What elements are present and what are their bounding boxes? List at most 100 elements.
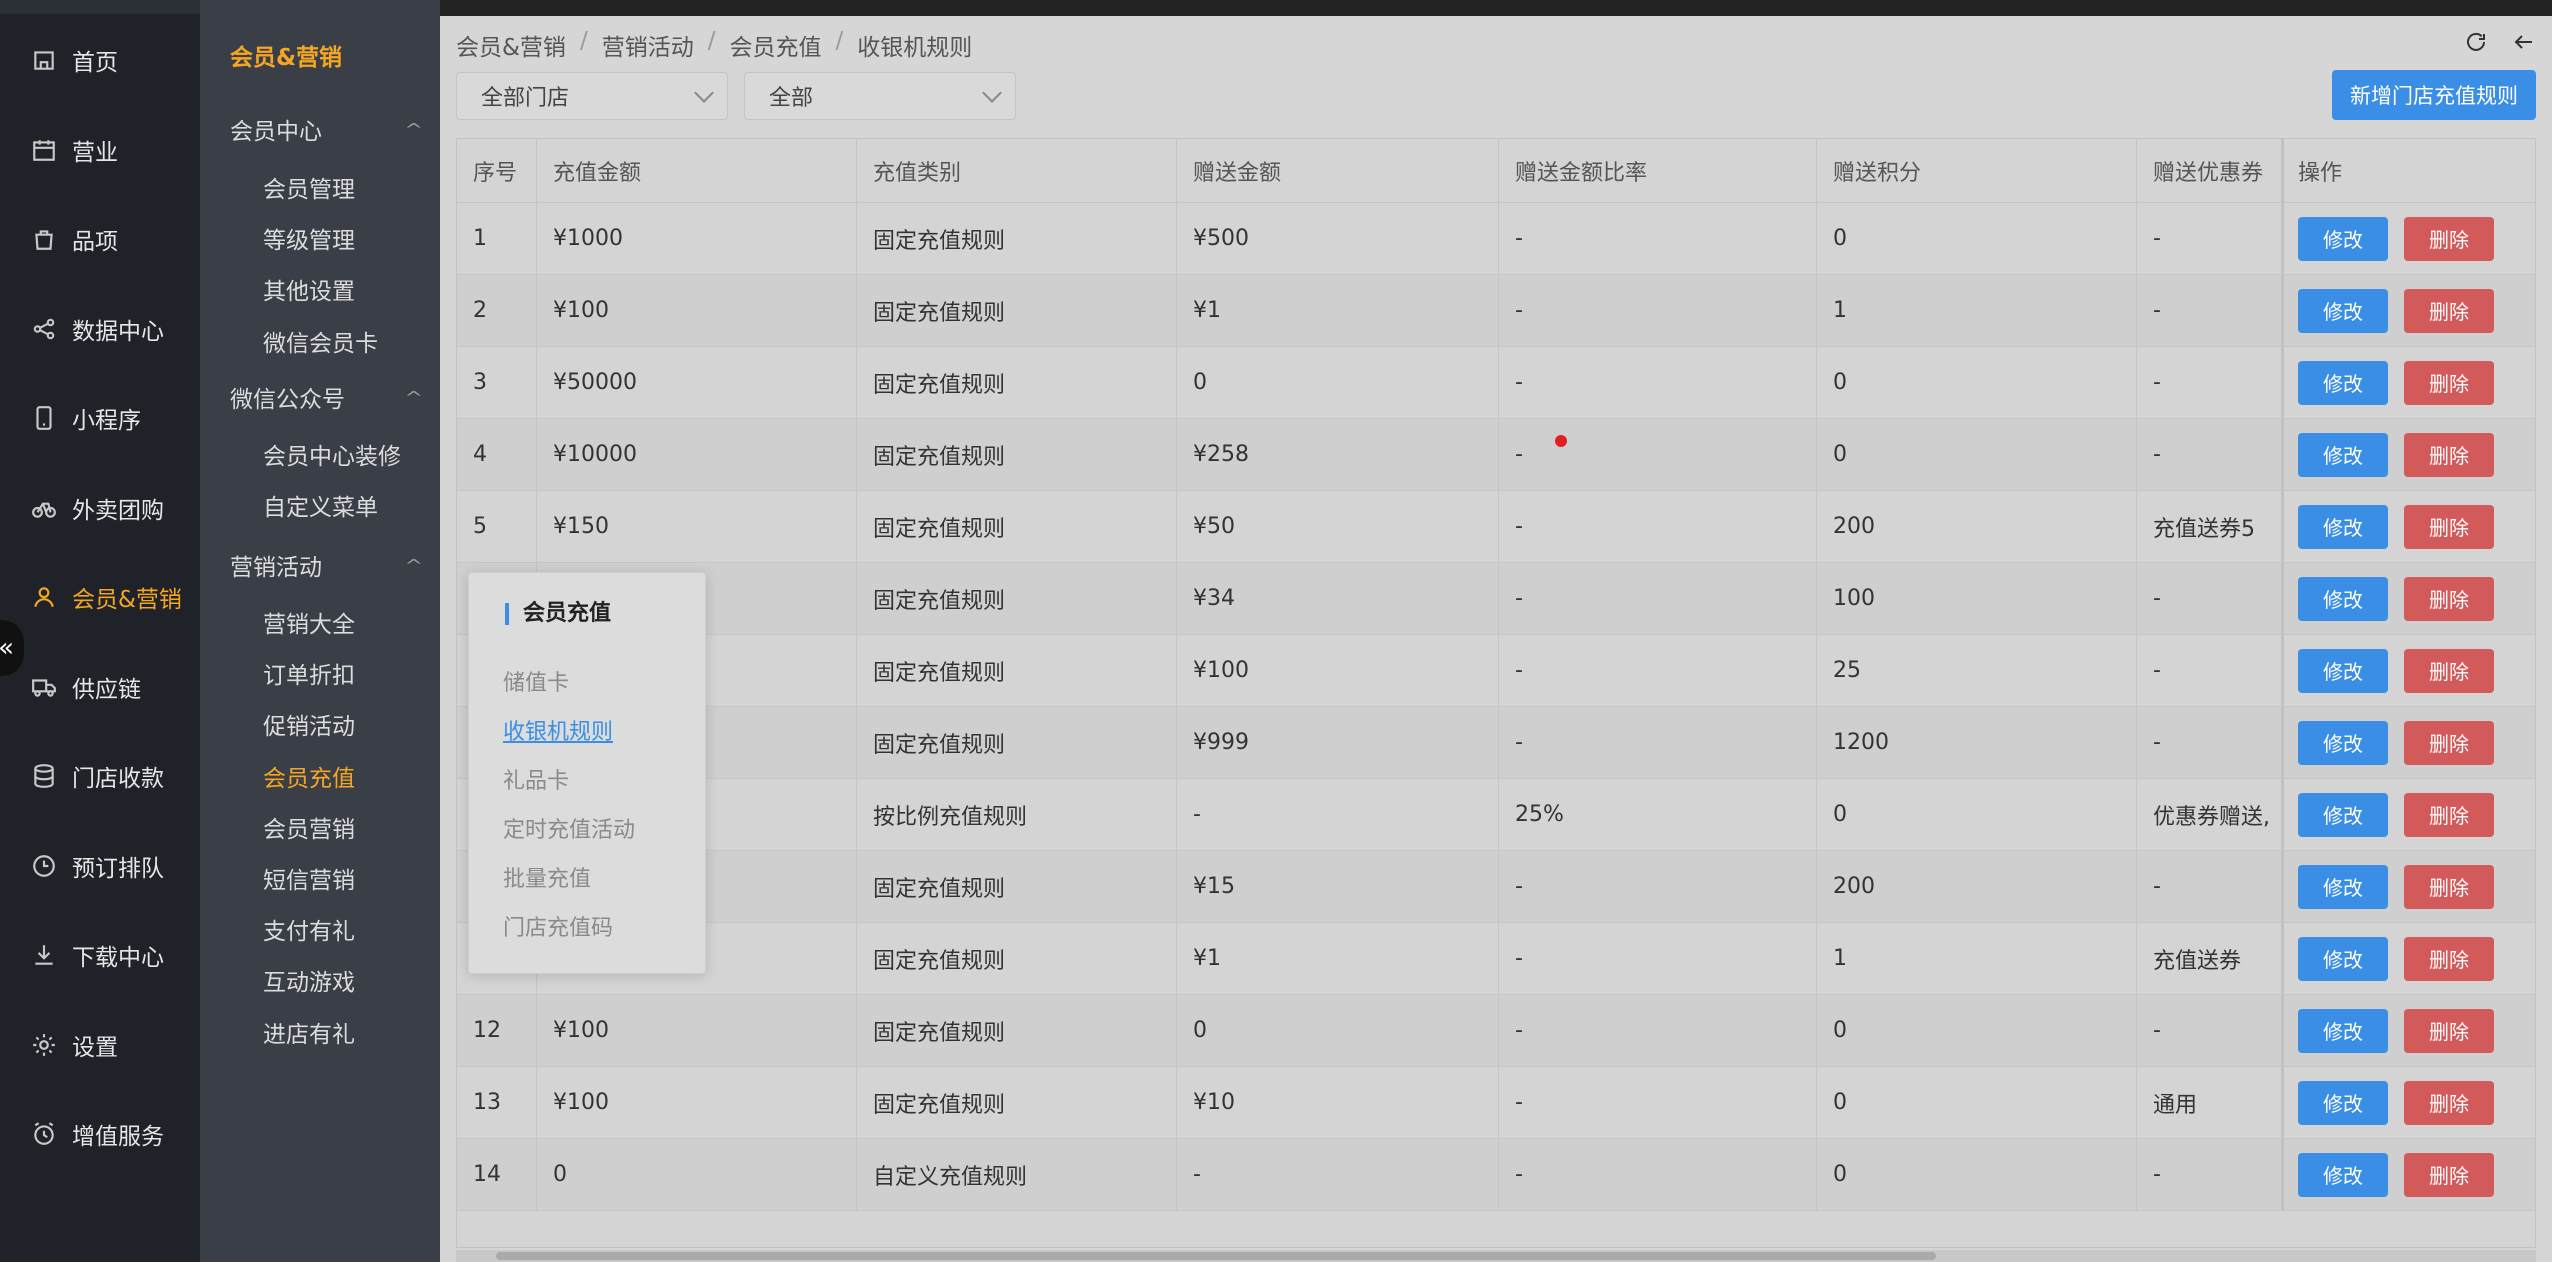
delete-button[interactable]: 删除 — [2404, 792, 2494, 837]
store-select[interactable]: 全部门店 — [456, 72, 728, 120]
nav-item[interactable]: 外卖团购 — [0, 478, 200, 538]
delete-button[interactable]: 删除 — [2404, 288, 2494, 333]
table-cell: - — [2137, 995, 2282, 1066]
popover-menu-item[interactable]: 定时充值活动 — [503, 812, 635, 844]
sub-nav-group-label: 营销活动 — [230, 555, 322, 581]
table-cell: ¥1 — [1177, 923, 1499, 994]
nav-item[interactable]: 首页 — [0, 30, 200, 90]
edit-button[interactable]: 修改 — [2298, 216, 2388, 261]
sub-nav-group[interactable]: 营销活动 ^ — [230, 548, 423, 582]
chevron-up-icon: ^ — [403, 119, 423, 139]
table-row: 12 ¥100 固定充值规则 0-0- 修改 删除 — [457, 995, 2535, 1067]
table-cell: - — [2137, 203, 2282, 274]
breadcrumb-item[interactable]: 会员&营销 — [456, 28, 566, 62]
edit-button[interactable]: 修改 — [2298, 1008, 2388, 1053]
delete-button[interactable]: 删除 — [2404, 864, 2494, 909]
sub-nav-item[interactable]: 自定义菜单 — [263, 488, 378, 522]
delete-button[interactable]: 删除 — [2404, 576, 2494, 621]
horizontal-scrollbar[interactable] — [456, 1250, 2536, 1262]
actions-cell: 修改 删除 — [2282, 707, 2535, 778]
edit-button[interactable]: 修改 — [2298, 504, 2388, 549]
table-cell: ¥50000 — [537, 347, 857, 418]
actions-cell: 修改 删除 — [2282, 203, 2535, 274]
main-content: 会员&营销 / 营销活动 / 会员充值 / 收银机规则 全部门店 全部 新增门店… — [440, 0, 2552, 1262]
nav-item[interactable]: 增值服务 — [0, 1104, 200, 1164]
breadcrumb-item[interactable]: 会员充值 — [729, 28, 821, 62]
delete-button[interactable]: 删除 — [2404, 648, 2494, 693]
table-row: 3 ¥50000 固定充值规则 0-0- 修改 删除 — [457, 347, 2535, 419]
table-cell: 0 — [1817, 995, 2137, 1066]
delete-button[interactable]: 删除 — [2404, 1008, 2494, 1053]
popover-menu-item[interactable]: 储值卡 — [503, 665, 569, 697]
edit-button[interactable]: 修改 — [2298, 1080, 2388, 1125]
sub-nav-item[interactable]: 会员营销 — [263, 810, 355, 844]
nav-item[interactable]: 营业 — [0, 120, 200, 180]
nav-item[interactable]: 会员&营销 — [0, 567, 200, 627]
column-header: 赠送金额比率 — [1499, 139, 1817, 202]
nav-item-label: 下载中心 — [72, 945, 164, 971]
edit-button[interactable]: 修改 — [2298, 648, 2388, 693]
table-row: 4 ¥10000 固定充值规则 ¥258-0- 修改 删除 — [457, 419, 2535, 491]
add-store-recharge-rule-button[interactable]: 新增门店充值规则 — [2332, 70, 2536, 120]
sub-nav-item[interactable]: 互动游戏 — [263, 963, 355, 997]
breadcrumb-item[interactable]: 营销活动 — [602, 28, 694, 62]
nav-item[interactable]: 下载中心 — [0, 925, 200, 985]
sub-nav-item[interactable]: 其他设置 — [263, 272, 355, 306]
popover-menu-item[interactable]: 门店充值码 — [503, 910, 613, 942]
sub-nav-item[interactable]: 会员中心装修 — [263, 437, 401, 471]
sub-nav-item[interactable]: 短信营销 — [263, 861, 355, 895]
sub-nav-group[interactable]: 微信公众号 ^ — [230, 380, 423, 414]
sub-nav-item[interactable]: 会员充值 — [263, 759, 355, 793]
delete-button[interactable]: 删除 — [2404, 720, 2494, 765]
nav-item[interactable]: 设置 — [0, 1015, 200, 1075]
delete-button[interactable]: 删除 — [2404, 432, 2494, 477]
edit-button[interactable]: 修改 — [2298, 1152, 2388, 1197]
nav-item[interactable]: 供应链 — [0, 657, 200, 717]
refresh-icon[interactable] — [2464, 30, 2488, 58]
nav-item[interactable]: 预订排队 — [0, 836, 200, 896]
nav-item[interactable]: 门店收款 — [0, 746, 200, 806]
calendar-icon — [30, 136, 58, 164]
nav-item[interactable]: 数据中心 — [0, 299, 200, 359]
sub-nav-group[interactable]: 会员中心 ^ — [230, 112, 423, 146]
delete-button[interactable]: 删除 — [2404, 936, 2494, 981]
edit-button[interactable]: 修改 — [2298, 360, 2388, 405]
table-cell: 1 — [1817, 275, 2137, 346]
delete-button[interactable]: 删除 — [2404, 216, 2494, 261]
nav-item[interactable]: 品项 — [0, 209, 200, 269]
edit-button[interactable]: 修改 — [2298, 864, 2388, 909]
sub-nav-item[interactable]: 营销大全 — [263, 605, 355, 639]
table-cell: ¥999 — [1177, 707, 1499, 778]
type-select[interactable]: 全部 — [744, 72, 1016, 120]
column-header: 操作 — [2282, 139, 2535, 202]
sub-nav-item[interactable]: 支付有礼 — [263, 912, 355, 946]
sub-nav-item[interactable]: 订单折扣 — [263, 656, 355, 690]
popover-menu-item[interactable]: 收银机规则 — [503, 714, 613, 746]
edit-button[interactable]: 修改 — [2298, 576, 2388, 621]
edit-button[interactable]: 修改 — [2298, 432, 2388, 477]
scrollbar-thumb[interactable] — [496, 1252, 1936, 1260]
delete-button[interactable]: 删除 — [2404, 360, 2494, 405]
table-cell: 自定义充值规则 — [857, 1139, 1177, 1210]
edit-button[interactable]: 修改 — [2298, 936, 2388, 981]
nav-item[interactable]: 小程序 — [0, 388, 200, 448]
sub-nav-item[interactable]: 进店有礼 — [263, 1015, 355, 1049]
table-cell: 固定充值规则 — [857, 635, 1177, 706]
delete-button[interactable]: 删除 — [2404, 1080, 2494, 1125]
sub-nav-item[interactable]: 促销活动 — [263, 707, 355, 741]
table-cell: 固定充值规则 — [857, 995, 1177, 1066]
edit-button[interactable]: 修改 — [2298, 288, 2388, 333]
bag-icon — [30, 225, 58, 253]
sub-nav-item[interactable]: 会员管理 — [263, 170, 355, 204]
back-arrow-icon[interactable] — [2512, 30, 2536, 58]
sub-nav-item[interactable]: 微信会员卡 — [263, 324, 378, 358]
popover-menu-item[interactable]: 礼品卡 — [503, 763, 569, 795]
popover-menu-item[interactable]: 批量充值 — [503, 861, 591, 893]
sub-nav-item[interactable]: 等级管理 — [263, 221, 355, 255]
table-cell: 0 — [1817, 347, 2137, 418]
delete-button[interactable]: 删除 — [2404, 1152, 2494, 1197]
delete-button[interactable]: 删除 — [2404, 504, 2494, 549]
edit-button[interactable]: 修改 — [2298, 720, 2388, 765]
edit-button[interactable]: 修改 — [2298, 792, 2388, 837]
table-cell: ¥100 — [537, 1067, 857, 1138]
